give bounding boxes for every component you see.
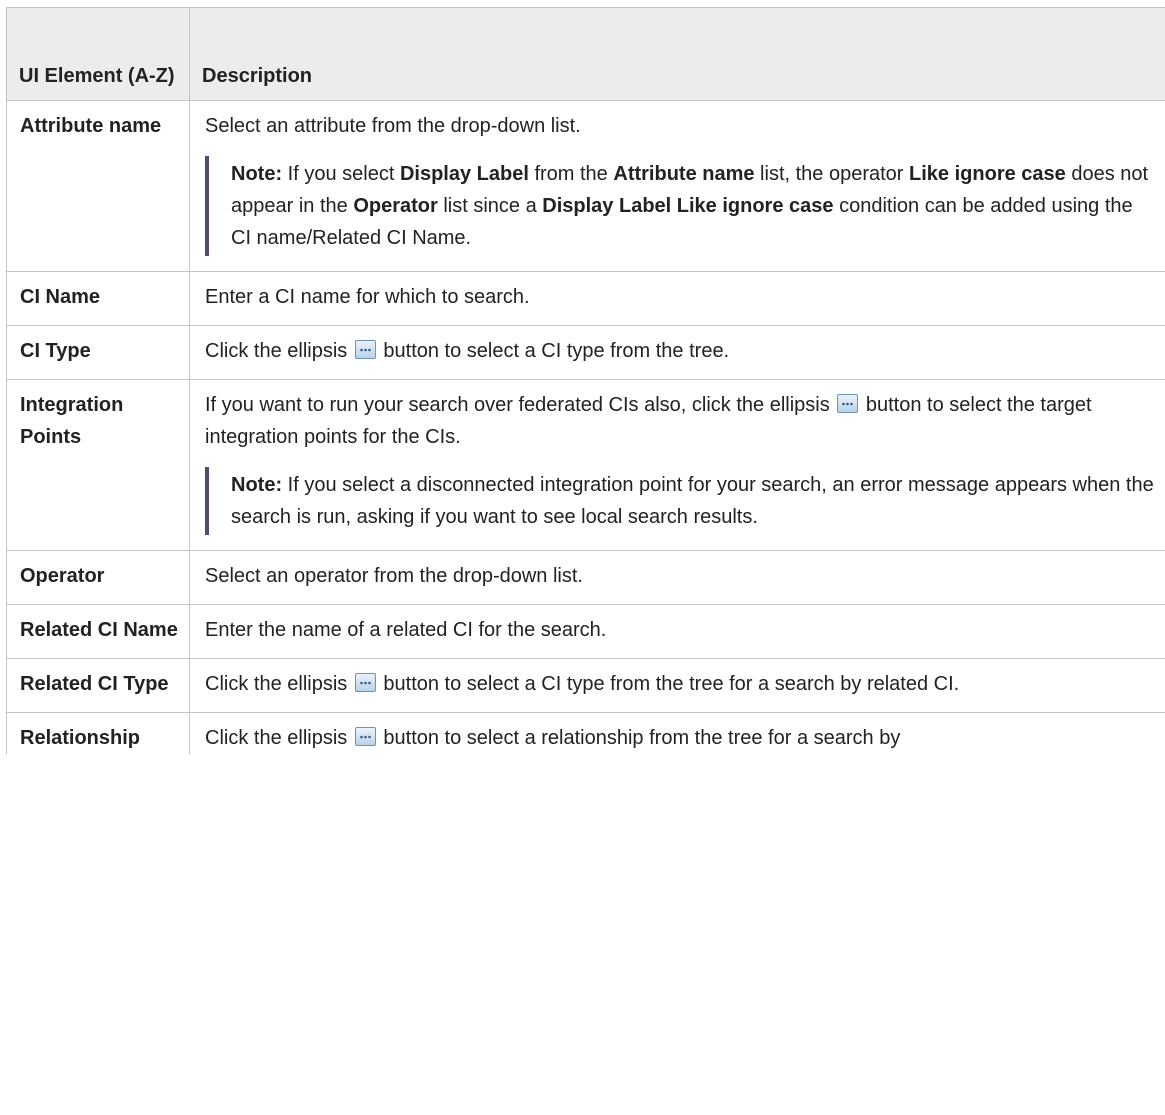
row-name-integration-points: Integration Points <box>6 379 190 551</box>
table-row: Related CI Type Click the ellipsis butto… <box>6 658 1165 713</box>
note-fragment: list, the operator <box>754 163 910 185</box>
note-fragment: from the <box>528 163 614 185</box>
row-name-attribute-name: Attribute name <box>6 100 190 272</box>
description-text: Click the ellipsis button to select a CI… <box>205 335 1158 367</box>
note-emphasis: Display Label Like ignore case <box>542 195 834 217</box>
ellipsis-button-icon[interactable] <box>354 673 376 692</box>
note-emphasis: Like ignore case <box>909 163 1066 185</box>
row-desc-related-ci-type: Click the ellipsis button to select a CI… <box>189 658 1165 713</box>
description-fragment: Click the ellipsis <box>205 727 353 749</box>
description-text: Click the ellipsis button to select a re… <box>205 722 1158 754</box>
table-header-row: UI Element (A-Z) Description <box>6 7 1165 101</box>
note-fragment: If you select <box>282 163 400 185</box>
description-text: If you want to run your search over fede… <box>205 389 1158 453</box>
description-fragment: button to select a CI type from the tree… <box>377 673 960 695</box>
note-fragment: list since a <box>437 195 543 217</box>
description-fragment: button to select a CI type from the tree… <box>377 340 730 362</box>
table-row: CI Type Click the ellipsis button to sel… <box>6 325 1165 380</box>
row-desc-relationship: Click the ellipsis button to select a re… <box>189 712 1165 754</box>
table-row: Integration Points If you want to run yo… <box>6 379 1165 551</box>
header-ui-element: UI Element (A-Z) <box>6 7 190 101</box>
table-row: CI Name Enter a CI name for which to sea… <box>6 271 1165 326</box>
row-desc-integration-points: If you want to run your search over fede… <box>189 379 1165 551</box>
note-fragment: If you select a disconnected integration… <box>231 474 1154 528</box>
description-fragment: If you want to run your search over fede… <box>205 394 836 416</box>
row-desc-ci-name: Enter a CI name for which to search. <box>189 271 1165 326</box>
note-text: Note: If you select Display Label from t… <box>231 158 1158 254</box>
note-emphasis: Operator <box>353 195 438 217</box>
table-row: Related CI Name Enter the name of a rela… <box>6 604 1165 659</box>
row-name-related-ci-name: Related CI Name <box>6 604 190 659</box>
description-text: Select an operator from the drop-down li… <box>205 565 583 587</box>
description-text: Enter a CI name for which to search. <box>205 286 530 308</box>
row-desc-operator: Select an operator from the drop-down li… <box>189 550 1165 605</box>
note-text: Note: If you select a disconnected integ… <box>231 469 1158 533</box>
ellipsis-button-icon[interactable] <box>354 727 376 746</box>
note-box: Note: If you select a disconnected integ… <box>205 467 1158 535</box>
description-text: Click the ellipsis button to select a CI… <box>205 668 1158 700</box>
description-fragment: button to select a relationship from the… <box>377 727 901 749</box>
description-text: Select an attribute from the drop-down l… <box>205 115 581 137</box>
header-description: Description <box>189 7 1165 101</box>
row-desc-related-ci-name: Enter the name of a related CI for the s… <box>189 604 1165 659</box>
ellipsis-button-icon[interactable] <box>837 394 859 413</box>
description-fragment: Click the ellipsis <box>205 673 353 695</box>
row-name-ci-name: CI Name <box>6 271 190 326</box>
ellipsis-button-icon[interactable] <box>354 340 376 359</box>
note-label: Note: <box>231 163 283 185</box>
note-label: Note: <box>231 474 283 496</box>
description-text: Enter the name of a related CI for the s… <box>205 619 607 641</box>
row-name-related-ci-type: Related CI Type <box>6 658 190 713</box>
note-emphasis: Attribute name <box>613 163 755 185</box>
table-row: Attribute name Select an attribute from … <box>6 100 1165 272</box>
table-row: Relationship Click the ellipsis button t… <box>6 712 1165 754</box>
row-name-ci-type: CI Type <box>6 325 190 380</box>
row-desc-attribute-name: Select an attribute from the drop-down l… <box>189 100 1165 272</box>
note-emphasis: Display Label <box>399 163 529 185</box>
row-desc-ci-type: Click the ellipsis button to select a CI… <box>189 325 1165 380</box>
table-row: Operator Select an operator from the dro… <box>6 550 1165 605</box>
row-name-relationship: Relationship <box>6 712 190 754</box>
note-box: Note: If you select Display Label from t… <box>205 156 1158 256</box>
row-name-operator: Operator <box>6 550 190 605</box>
ui-element-table: UI Element (A-Z) Description Attribute n… <box>6 7 1165 754</box>
description-fragment: Click the ellipsis <box>205 340 353 362</box>
